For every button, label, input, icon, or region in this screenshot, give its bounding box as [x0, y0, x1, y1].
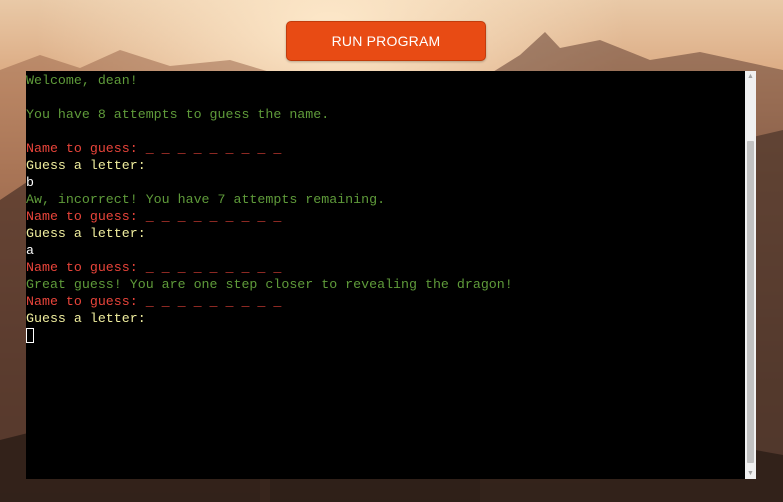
terminal-line-text: Guess a letter: [26, 226, 146, 241]
terminal-line-text: Great guess! You are one step closer to … [26, 277, 513, 292]
terminal-line: Name to guess: _ _ _ _ _ _ _ _ _ [26, 259, 745, 276]
terminal-scrollbar[interactable]: ▲ ▼ [745, 71, 756, 479]
terminal-line-text: Aw, incorrect! You have 7 attempts remai… [26, 192, 386, 207]
terminal-line-prefix: Name to guess: [26, 260, 146, 275]
terminal-line-text: b [26, 175, 34, 190]
terminal-line-prefix: Name to guess: [26, 141, 146, 156]
terminal-line: a [26, 242, 745, 259]
terminal-line-text: _ _ _ _ _ _ _ _ _ [145, 294, 282, 309]
terminal-cursor [26, 328, 34, 343]
terminal-line: Guess a letter: [26, 157, 745, 174]
terminal-line: b [26, 174, 745, 191]
scrollbar-thumb[interactable] [747, 141, 754, 463]
terminal-line-text: _ _ _ _ _ _ _ _ _ [145, 209, 282, 224]
terminal-line: Guess a letter: [26, 310, 745, 327]
terminal-line: Great guess! You are one step closer to … [26, 276, 745, 293]
terminal-line: Name to guess: _ _ _ _ _ _ _ _ _ [26, 208, 745, 225]
terminal-line-text: a [26, 243, 34, 258]
terminal-line: You have 8 attempts to guess the name. [26, 106, 745, 123]
terminal-line: Name to guess: _ _ _ _ _ _ _ _ _ [26, 140, 745, 157]
terminal-output[interactable]: Welcome, dean! You have 8 attempts to gue… [26, 71, 745, 479]
terminal-line-text: Welcome, dean! [26, 73, 138, 88]
page: { "toolbar": { "run_label": "RUN PROGRAM… [0, 0, 783, 502]
terminal-line-text: _ _ _ _ _ _ _ _ _ [145, 141, 282, 156]
scroll-up-icon[interactable]: ▲ [745, 71, 756, 82]
terminal-line-prefix: Name to guess: [26, 209, 146, 224]
terminal-line-text: Guess a letter: [26, 311, 146, 326]
terminal-line: Guess a letter: [26, 225, 745, 242]
terminal-line-text: You have 8 attempts to guess the name. [26, 107, 330, 122]
terminal-line: Welcome, dean! [26, 72, 745, 89]
terminal-line: Name to guess: _ _ _ _ _ _ _ _ _ [26, 293, 745, 310]
run-program-button[interactable]: RUN PROGRAM [286, 21, 486, 61]
terminal-line-text: Guess a letter: [26, 158, 146, 173]
scroll-down-icon[interactable]: ▼ [745, 468, 756, 479]
terminal-line-prefix: Name to guess: [26, 294, 146, 309]
terminal-line: Aw, incorrect! You have 7 attempts remai… [26, 191, 745, 208]
terminal-line-text: _ _ _ _ _ _ _ _ _ [145, 260, 282, 275]
terminal-input-line[interactable] [26, 327, 745, 344]
